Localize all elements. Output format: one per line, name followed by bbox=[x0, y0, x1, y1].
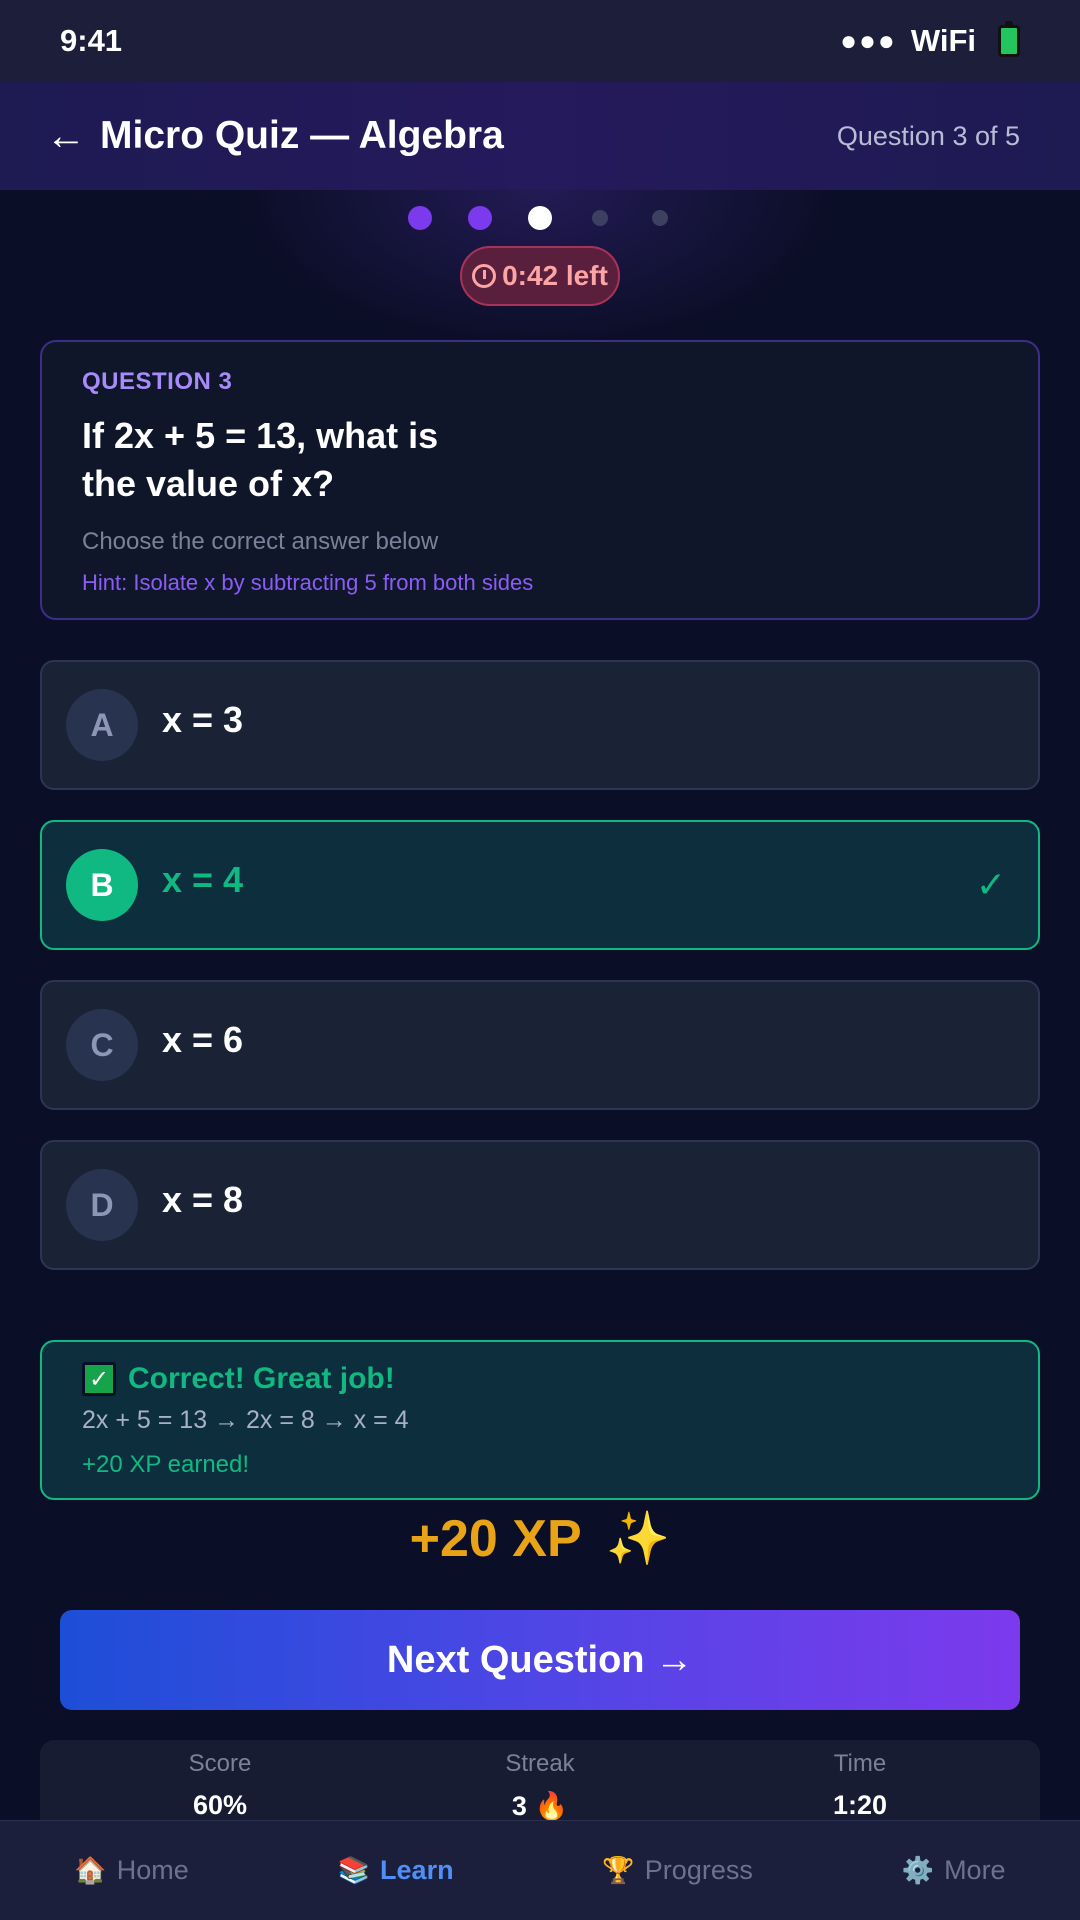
stat-label: Time bbox=[833, 1750, 887, 1777]
wifi-label: WiFi bbox=[910, 23, 976, 58]
option-c[interactable]: C x = 6 bbox=[40, 980, 1040, 1110]
feedback-xp: +20 XP earned! bbox=[82, 1451, 250, 1478]
sparkles-icon: ✨ bbox=[605, 1510, 671, 1568]
option-d[interactable]: D x = 8 bbox=[40, 1140, 1040, 1270]
timer-label: 0:42 left bbox=[502, 260, 608, 291]
option-text: x = 6 bbox=[162, 1019, 244, 1060]
feedback-steps: 2x + 5 = 13 → 2x = 8 → x = 4 bbox=[82, 1406, 409, 1434]
status-time: 9:41 bbox=[60, 23, 123, 58]
stat-label: Score bbox=[188, 1750, 252, 1777]
nav-label: Learn bbox=[380, 1855, 454, 1885]
option-text: x = 4 bbox=[162, 859, 244, 900]
check-box-icon: ✓ bbox=[82, 1362, 116, 1396]
home-icon: 🏠 bbox=[74, 1855, 107, 1885]
trophy-icon: 🏆 bbox=[602, 1855, 635, 1885]
progress-dot-1 bbox=[408, 206, 432, 230]
nav-home[interactable]: 🏠 Home bbox=[74, 1855, 188, 1886]
back-arrow-icon[interactable]: ← bbox=[46, 116, 86, 156]
header-left: ← Micro Quiz — Algebra bbox=[46, 114, 504, 158]
option-b[interactable]: B x = 4 ✓ bbox=[40, 820, 1040, 950]
page-title: Micro Quiz — Algebra bbox=[100, 114, 504, 157]
progress-dot-3 bbox=[528, 206, 552, 230]
header: ← Micro Quiz — Algebra Question 3 of 5 bbox=[0, 82, 1080, 190]
option-text: x = 8 bbox=[162, 1179, 244, 1220]
stat-label: Streak bbox=[505, 1750, 575, 1777]
nav-learn[interactable]: 📚 Learn bbox=[338, 1855, 454, 1886]
option-letter: D bbox=[66, 1169, 138, 1241]
question-progress: Question 3 of 5 bbox=[836, 120, 1020, 151]
gear-icon: ⚙️ bbox=[901, 1855, 935, 1885]
status-indicators: ●●● WiFi bbox=[840, 21, 1020, 59]
stat-value: 3 🔥 bbox=[511, 1791, 569, 1821]
checkmark-icon: ✓ bbox=[975, 864, 1006, 905]
xp-award: +20 XP ✨ bbox=[0, 1508, 1080, 1569]
status-bar: 9:41 ●●● WiFi bbox=[0, 0, 1080, 82]
stat-value: 1:20 bbox=[832, 1790, 888, 1820]
stat-value: 60% bbox=[192, 1790, 248, 1820]
feedback-panel: ✓ Correct! Great job! 2x + 5 = 13 → 2x =… bbox=[40, 1340, 1040, 1500]
question-card: QUESTION 3 If 2x + 5 = 13, what is the v… bbox=[40, 340, 1040, 620]
question-instruction: Choose the correct answer below bbox=[82, 528, 439, 555]
progress-dot-2 bbox=[468, 206, 492, 230]
xp-award-text: +20 XP bbox=[409, 1509, 582, 1568]
nav-progress[interactable]: 🏆 Progress bbox=[602, 1855, 752, 1886]
question-hint: Hint: Isolate x by subtracting 5 from bo… bbox=[82, 570, 534, 595]
option-letter: A bbox=[66, 689, 138, 761]
signal-icon: ●●● bbox=[840, 25, 897, 56]
option-letter: C bbox=[66, 1009, 138, 1081]
progress-dots bbox=[0, 206, 1080, 230]
nav-label: Progress bbox=[644, 1855, 753, 1885]
option-letter: B bbox=[66, 849, 138, 921]
question-label: QUESTION 3 bbox=[82, 368, 233, 395]
feedback-header: ✓ Correct! Great job! bbox=[82, 1362, 998, 1396]
nav-label: Home bbox=[116, 1855, 189, 1885]
option-text: x = 3 bbox=[162, 699, 244, 740]
nav-more[interactable]: ⚙️ More bbox=[902, 1855, 1006, 1886]
progress-dot-4 bbox=[592, 210, 608, 226]
nav-label: More bbox=[944, 1855, 1006, 1885]
stopwatch-icon bbox=[472, 264, 497, 288]
next-question-button[interactable]: Next Question → bbox=[60, 1610, 1020, 1710]
progress-dot-5 bbox=[652, 210, 668, 226]
question-text: If 2x + 5 = 13, what is the value of x? bbox=[82, 415, 439, 504]
books-icon: 📚 bbox=[337, 1855, 371, 1885]
timer-badge: 0:42 left bbox=[460, 246, 620, 306]
option-a[interactable]: A x = 3 bbox=[40, 660, 1040, 790]
bottom-nav: 🏠 Home 📚 Learn 🏆 Progress ⚙️ More bbox=[0, 1820, 1080, 1920]
feedback-title: Correct! Great job! bbox=[128, 1362, 395, 1395]
battery-icon bbox=[998, 21, 1020, 57]
